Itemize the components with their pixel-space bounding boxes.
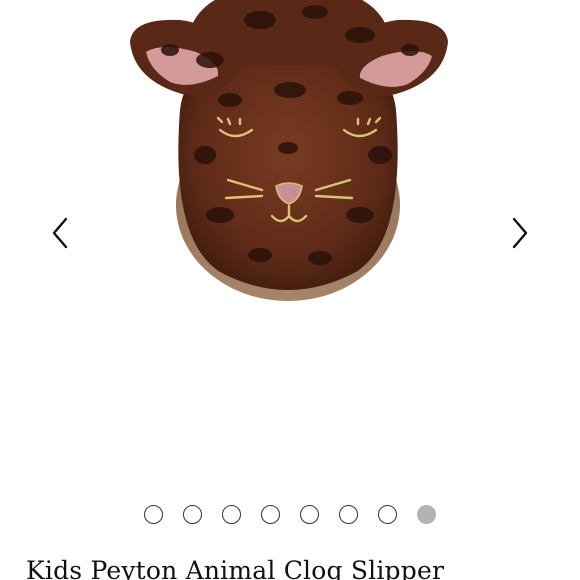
carousel-dot[interactable] <box>300 505 319 524</box>
carousel-dot[interactable] <box>222 505 241 524</box>
product-page: Kids Peyton Animal Clog Slipper <box>0 0 580 580</box>
product-title: Kids Peyton Animal Clog Slipper <box>26 556 445 580</box>
next-image-button[interactable] <box>502 213 538 253</box>
chevron-right-icon <box>512 217 528 249</box>
carousel-dot[interactable] <box>417 505 436 524</box>
carousel-dot[interactable] <box>183 505 202 524</box>
carousel-dot[interactable] <box>261 505 280 524</box>
carousel-dot[interactable] <box>339 505 358 524</box>
chevron-left-icon <box>52 217 68 249</box>
carousel-dot[interactable] <box>144 505 163 524</box>
carousel-dot[interactable] <box>378 505 397 524</box>
previous-image-button[interactable] <box>42 213 78 253</box>
product-image <box>130 0 448 301</box>
carousel-pagination <box>0 505 580 524</box>
image-carousel[interactable] <box>0 0 580 490</box>
